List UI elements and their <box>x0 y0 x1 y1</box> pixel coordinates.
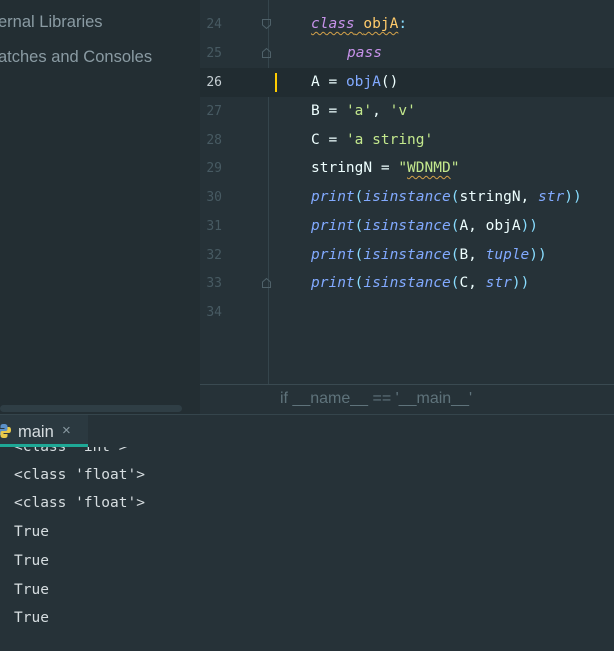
code-line[interactable]: 24 class objA: <box>200 10 614 39</box>
fold-start-icon[interactable] <box>262 19 271 29</box>
code-token: )) <box>520 218 539 234</box>
code-token: str <box>485 275 512 291</box>
python-icon <box>0 424 11 438</box>
code-token: pass <box>347 45 382 61</box>
code-token: , <box>468 218 486 234</box>
code-token: 'a' <box>345 103 373 119</box>
code-token: objA <box>345 74 381 90</box>
line-number: 28 <box>206 133 222 148</box>
text-caret <box>275 73 277 92</box>
project-tree-panel: ernal Libraries atches and Consoles <box>0 0 200 414</box>
code-token: stringN <box>459 189 521 205</box>
code-token: isinstance <box>363 247 451 263</box>
code-line[interactable]: 30 print(isinstance(stringN, str)) <box>200 183 614 212</box>
code-token: isinstance <box>363 218 451 234</box>
code-line[interactable]: 31 print(isinstance(A, objA)) <box>200 212 614 241</box>
code-line[interactable]: 25 pass <box>200 39 614 68</box>
code-token: objA <box>363 16 399 32</box>
code-token: , <box>372 103 390 119</box>
tab-main[interactable]: main × <box>0 415 88 447</box>
line-number: 30 <box>206 190 222 205</box>
tree-item-external-libraries[interactable]: ernal Libraries <box>0 13 103 32</box>
code-line[interactable]: 32 print(isinstance(B, tuple)) <box>200 241 614 270</box>
code-token: " <box>398 160 408 176</box>
console-line: True <box>14 610 49 626</box>
code-token: () <box>380 74 399 90</box>
horizontal-scrollbar[interactable] <box>0 405 182 412</box>
line-number: 29 <box>206 161 222 176</box>
code-token: = <box>319 132 346 148</box>
code-token: objA <box>485 218 521 234</box>
fold-end-icon[interactable] <box>262 278 271 288</box>
line-number: 24 <box>206 17 222 32</box>
console-line: True <box>14 582 49 598</box>
code-token: isinstance <box>363 189 451 205</box>
code-token: , <box>520 189 539 205</box>
code-token: stringN <box>311 160 373 176</box>
code-token: print <box>311 189 355 205</box>
code-token: isinstance <box>363 275 451 291</box>
console-output[interactable]: <class 'int'> <class 'float'> <class 'fl… <box>0 447 614 651</box>
code-editor[interactable]: 24 class objA: 25 pass 26 A = objA() 27 … <box>200 0 614 414</box>
code-token: = <box>319 74 346 90</box>
code-token: , <box>468 247 486 263</box>
code-token: = <box>372 160 399 176</box>
code-token: A <box>311 74 320 90</box>
code-token: print <box>311 275 355 291</box>
line-number: 26 <box>206 75 222 90</box>
console-line: True <box>14 553 49 569</box>
line-number: 31 <box>206 219 222 234</box>
code-token: tuple <box>485 247 530 263</box>
code-line[interactable]: 28 C = 'a string' <box>200 126 614 155</box>
close-icon[interactable]: × <box>62 423 71 439</box>
code-token: , <box>468 275 486 291</box>
code-token: str <box>538 189 565 205</box>
breadcrumb[interactable]: if __name__ == '__main__' <box>280 390 472 408</box>
code-token: print <box>311 247 355 263</box>
code-token: WDNMD <box>407 160 451 176</box>
console-line: True <box>14 524 49 540</box>
console-line: <class 'float'> <box>14 495 145 511</box>
code-line[interactable]: 33 print(isinstance(C, str)) <box>200 269 614 298</box>
code-token: 'v' <box>389 103 416 119</box>
run-panel: main × <class 'int'> <class 'float'> <cl… <box>0 414 614 651</box>
code-line[interactable]: 29 stringN = "WDNMD" <box>200 154 614 183</box>
code-line-current[interactable]: 26 A = objA() <box>200 68 614 97</box>
code-token: )) <box>529 247 547 263</box>
tab-label: main <box>18 423 54 441</box>
console-line: <class 'float'> <box>14 467 145 483</box>
code-token: )) <box>564 189 582 205</box>
code-line[interactable]: 27 B = 'a', 'v' <box>200 97 614 126</box>
code-token: C <box>459 275 469 291</box>
code-token: 'a string' <box>345 132 434 148</box>
code-token: print <box>311 218 355 234</box>
code-line[interactable]: 34 <box>200 298 614 327</box>
code-token: : <box>398 16 408 32</box>
line-number: 34 <box>206 305 222 320</box>
line-number: 25 <box>206 46 222 61</box>
tree-item-scratches-and-consoles[interactable]: atches and Consoles <box>0 48 152 67</box>
editor-breadcrumb-bar: if __name__ == '__main__' <box>200 384 614 414</box>
code-token: class <box>311 16 355 32</box>
line-number: 33 <box>206 276 222 291</box>
code-token: " <box>450 160 460 176</box>
line-number: 27 <box>206 104 222 119</box>
code-token: )) <box>511 275 530 291</box>
line-number: 32 <box>206 248 222 263</box>
code-token: A <box>459 218 469 234</box>
fold-end-icon[interactable] <box>262 48 271 58</box>
code-token: B <box>311 103 320 119</box>
code-token: = <box>319 103 346 119</box>
console-line: <class 'int'> <box>14 447 128 455</box>
code-token: B <box>459 247 469 263</box>
code-token: C <box>311 132 320 148</box>
